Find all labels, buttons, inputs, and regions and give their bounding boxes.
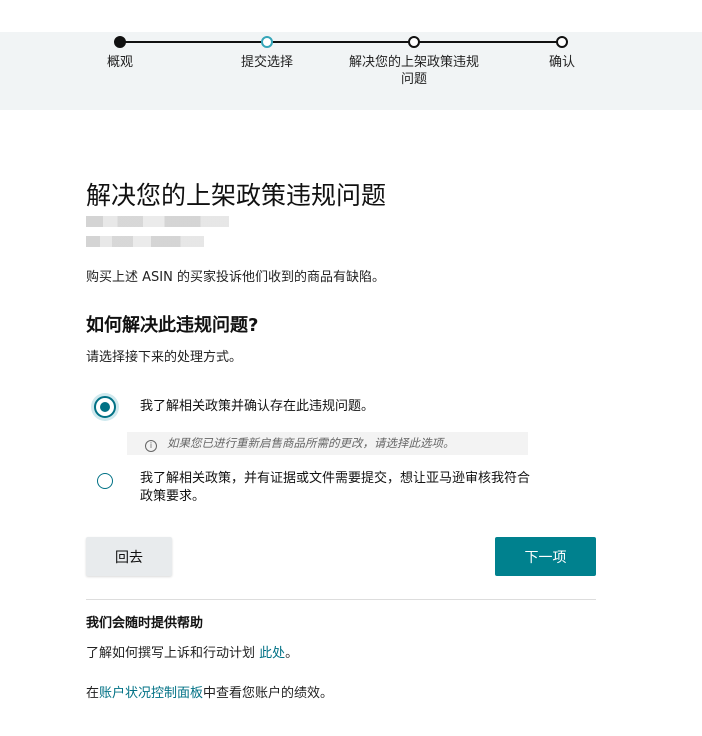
- step-2-dot: [261, 36, 273, 48]
- step-3-label: 解决您的上架政策违规 问题: [348, 55, 479, 87]
- help-title: 我们会随时提供帮助: [86, 616, 204, 631]
- account-health-dashboard-link[interactable]: 账户状况控制面板: [99, 686, 203, 701]
- option-2-radio[interactable]: [97, 473, 113, 489]
- step-2-label: 提交选择: [240, 55, 293, 70]
- hint-text: 如果您已进行重新启售商品所需的更改，请选择此选项。: [167, 436, 455, 450]
- step-1-dot: [114, 36, 126, 48]
- help-line-2-prefix: 在: [86, 686, 100, 701]
- next-button[interactable]: 下一项: [495, 537, 596, 576]
- step-3-dot: [408, 36, 420, 48]
- question-subtext: 请选择接下来的处理方式。: [86, 350, 243, 365]
- option-2-label[interactable]: 我了解相关政策，并有证据或文件需要提交，想让亚马逊审核我符合 政策要求。: [140, 470, 590, 506]
- redacted-product-line-1: [86, 216, 229, 227]
- violation-description: 购买上述 ASIN 的买家投诉他们收到的商品有缺陷。: [86, 270, 385, 285]
- page-title: 解决您的上架政策违规问题: [86, 181, 387, 210]
- option-1-hint: i 如果您已进行重新启售商品所需的更改，请选择此选项。: [127, 432, 528, 455]
- help-line-2-suffix: 中查看您账户的绩效。: [203, 686, 334, 701]
- question-heading: 如何解决此违规问题?: [86, 315, 259, 336]
- stepper-line-complete: [120, 41, 267, 43]
- help-line-1-suffix: 。: [285, 646, 299, 661]
- option-1-label[interactable]: 我了解相关政策并确认存在此违规问题。: [140, 398, 374, 416]
- help-line-appeal: 了解如何撰写上诉和行动计划 此处。: [86, 642, 298, 661]
- help-line-dashboard: 在账户状况控制面板中查看您账户的绩效。: [86, 682, 333, 701]
- appeal-guide-link[interactable]: 此处: [259, 646, 285, 661]
- divider: [86, 599, 596, 600]
- redacted-product-line-2: [86, 236, 204, 247]
- option-1-radio[interactable]: [94, 396, 116, 418]
- step-1-label: 概观: [106, 55, 133, 70]
- step-4-label: 确认: [548, 55, 575, 70]
- step-4-dot: [556, 36, 568, 48]
- back-button[interactable]: 回去: [86, 537, 172, 576]
- info-icon: i: [145, 440, 157, 452]
- help-line-1-text: 了解如何撰写上诉和行动计划: [86, 646, 260, 661]
